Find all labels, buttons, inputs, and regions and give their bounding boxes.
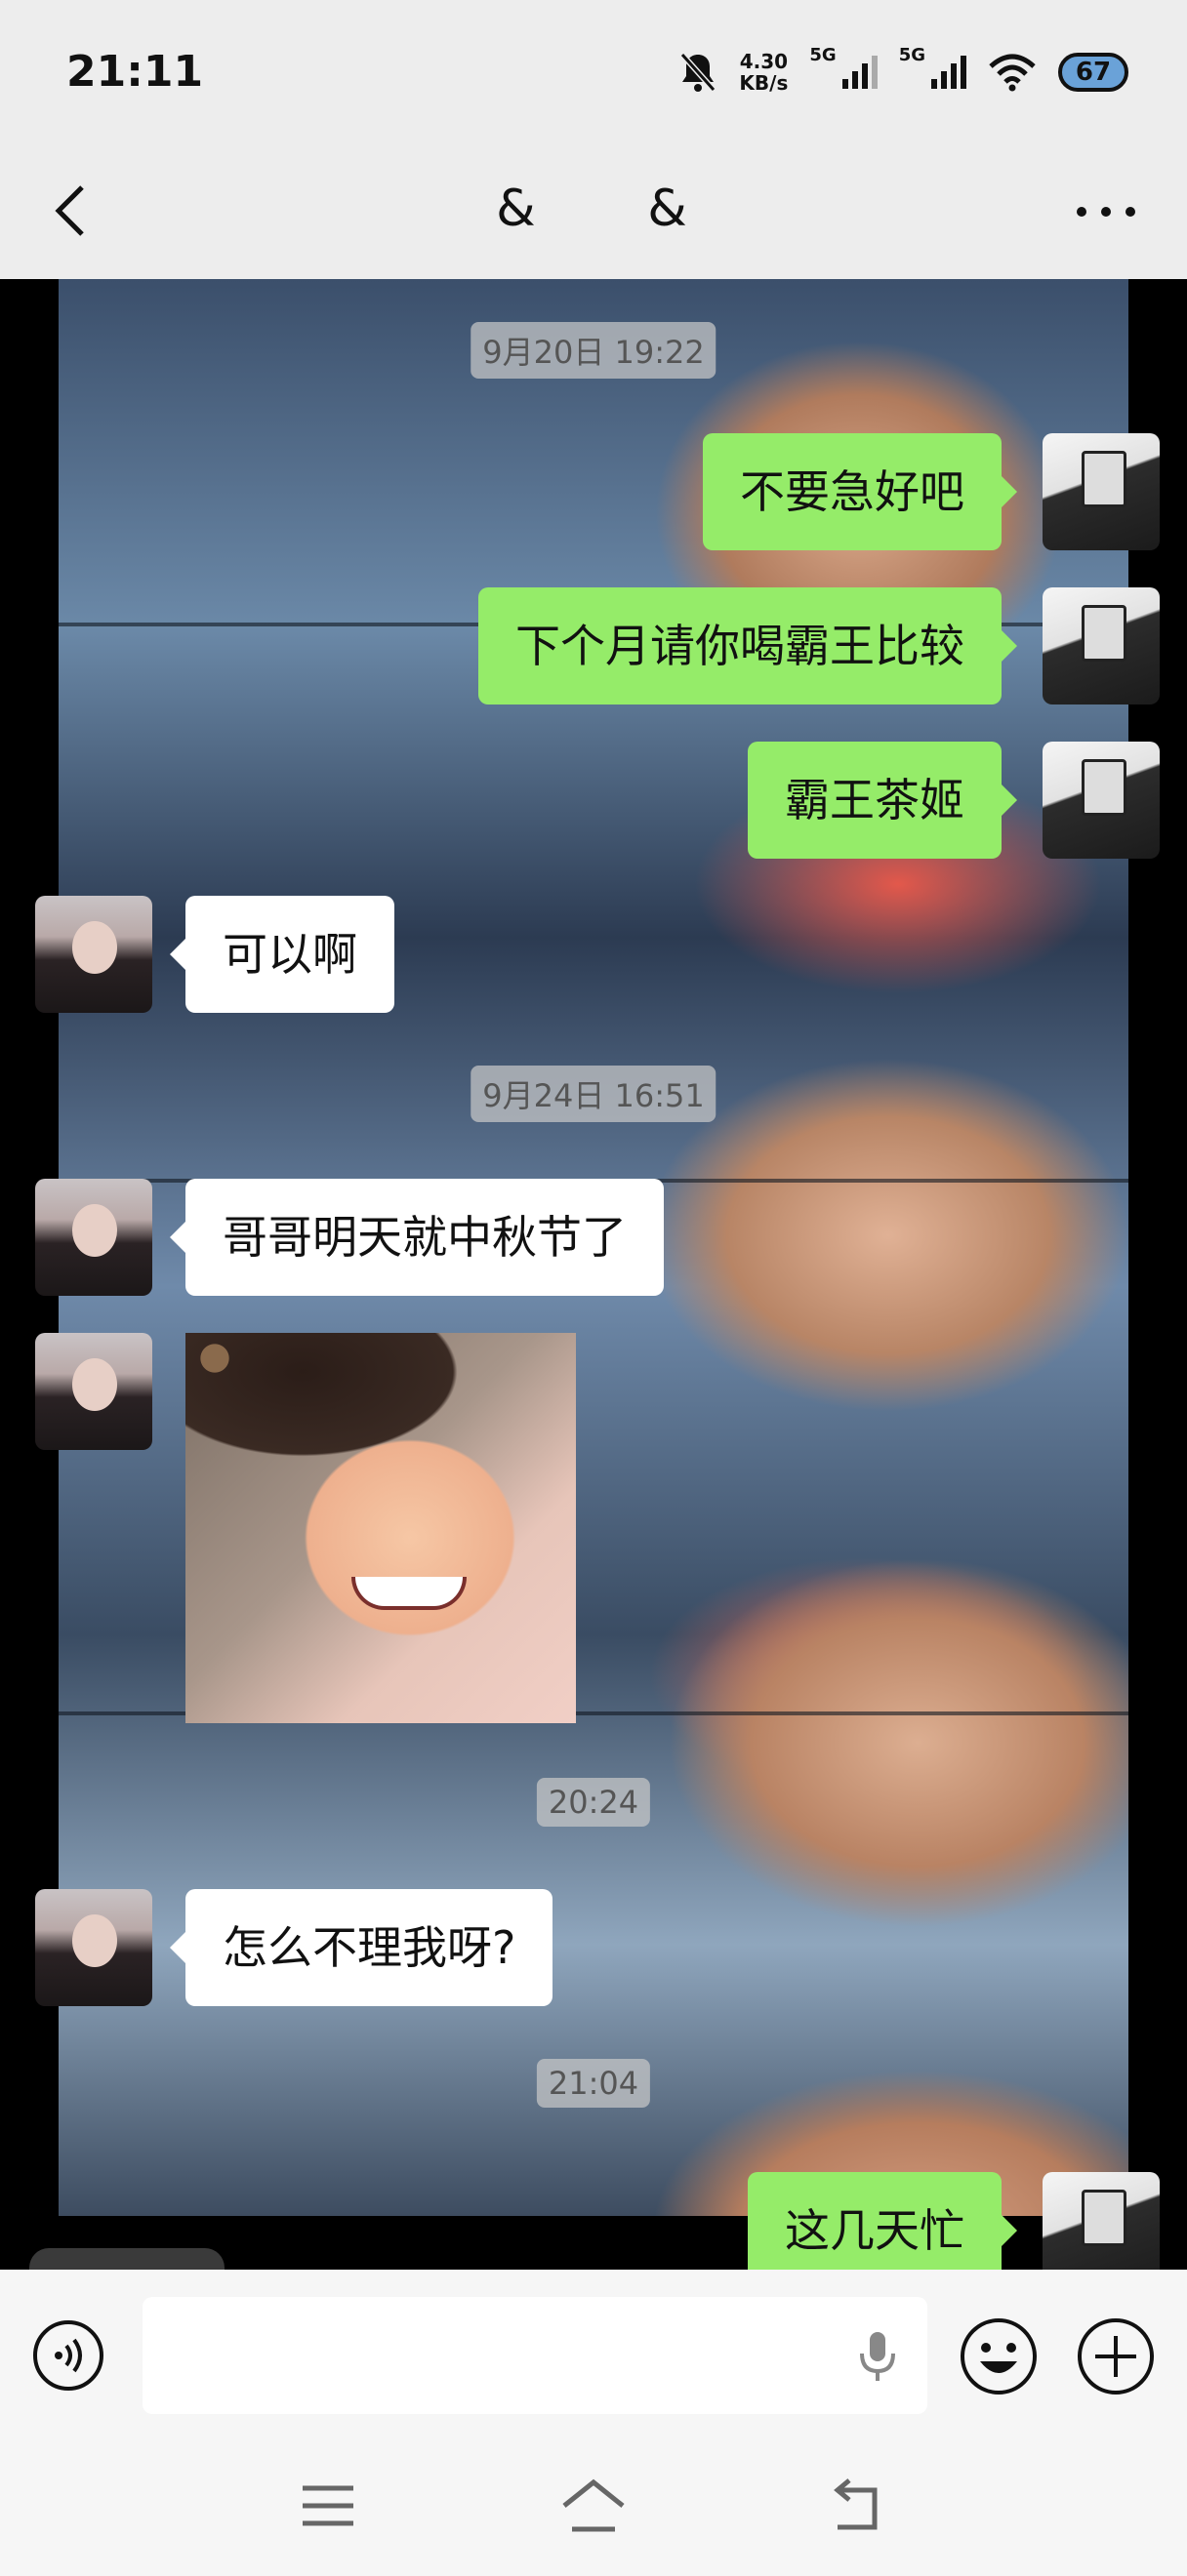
timestamp: 21:04: [536, 2059, 651, 2108]
scroll-indicator: [29, 2248, 225, 2270]
message-bubble[interactable]: 怎么不理我呀?: [169, 1889, 553, 2006]
back-icon[interactable]: [826, 2478, 886, 2533]
net-speed-unit: KB/s: [739, 71, 789, 95]
avatar[interactable]: [35, 896, 152, 1013]
home-icon[interactable]: [560, 2478, 627, 2535]
more-dots-icon[interactable]: [1072, 187, 1140, 236]
message-bubble[interactable]: 可以啊: [170, 896, 394, 1013]
avatar[interactable]: [35, 1179, 152, 1296]
avatar[interactable]: [1043, 2172, 1160, 2270]
avatar[interactable]: [35, 1889, 152, 2006]
avatar[interactable]: [1043, 742, 1160, 859]
message-bubble[interactable]: 霸王茶姬: [748, 742, 1017, 859]
chat-header: & &: [0, 146, 1187, 279]
status-time: 21:11: [66, 47, 204, 97]
message-bubble[interactable]: 不要急好吧: [703, 433, 1017, 550]
mute-bell-icon: [680, 53, 716, 92]
signal-icon: 5G: [809, 45, 878, 89]
avatar[interactable]: [1043, 587, 1160, 704]
chat-area[interactable]: 9月20日 19:22 不要急好吧 下个月请你喝霸王比较 霸王茶姬 可以啊 9月…: [0, 279, 1187, 2270]
signal-icon-2: 5G: [899, 45, 966, 89]
message-bubble[interactable]: 下个月请你喝霸王比较: [478, 587, 1017, 704]
status-icons: 4.30 KB/s 5G 5G 67: [678, 43, 1128, 101]
message-input[interactable]: [143, 2297, 927, 2414]
battery-icon: 67: [1058, 53, 1128, 92]
message-bubble[interactable]: 这几天忙: [748, 2172, 1017, 2270]
plus-icon[interactable]: [1076, 2316, 1156, 2396]
sim1-label: 5G: [809, 45, 837, 65]
message-bubble[interactable]: 哥哥明天就中秋节了: [170, 1179, 664, 1296]
net-speed-value: 4.30: [739, 50, 789, 73]
sim2-label: 5G: [898, 45, 925, 65]
chat-title: & &: [496, 180, 691, 238]
timestamp: 9月20日 19:22: [471, 322, 716, 379]
mic-icon[interactable]: [857, 2330, 898, 2383]
voice-icon[interactable]: [31, 2318, 105, 2393]
avatar[interactable]: [35, 1333, 152, 1450]
menu-icon[interactable]: [299, 2480, 357, 2531]
input-bar: [0, 2270, 1187, 2441]
sticker-image[interactable]: [185, 1333, 576, 1723]
emoji-icon[interactable]: [959, 2316, 1039, 2396]
system-nav-bar: [0, 2441, 1187, 2576]
status-bar: 21:11 4.30 KB/s 5G 5G 67: [0, 0, 1187, 146]
wifi-icon: [989, 54, 1036, 92]
timestamp: 20:24: [536, 1778, 651, 1827]
timestamp: 9月24日 16:51: [471, 1066, 716, 1122]
avatar[interactable]: [1043, 433, 1160, 550]
net-speed: 4.30 KB/s: [739, 51, 788, 94]
